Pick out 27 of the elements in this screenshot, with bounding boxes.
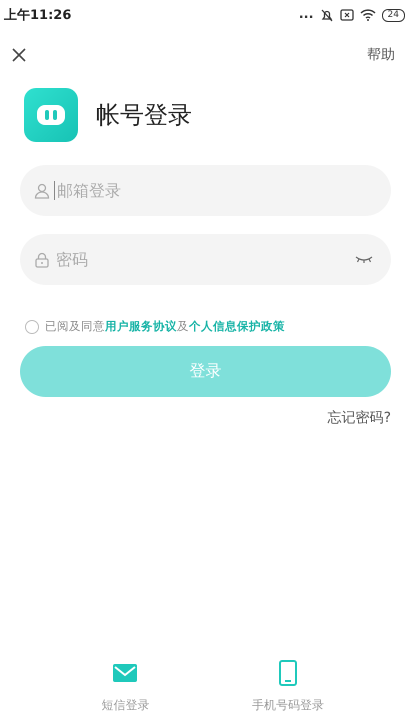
help-link[interactable]: 帮助 <box>367 46 395 64</box>
password-field[interactable]: 密码 <box>20 234 391 285</box>
status-time: 上午11:26 <box>4 7 72 24</box>
battery-indicator: 24 <box>382 8 405 22</box>
close-button[interactable] <box>12 48 26 62</box>
agreement-link[interactable]: 用户服务协议 <box>105 319 177 333</box>
close-icon <box>12 48 26 62</box>
password-input[interactable]: 密码 <box>54 250 351 269</box>
agree-checkbox[interactable] <box>25 320 39 334</box>
lock-icon <box>34 252 50 268</box>
envelope-icon <box>113 664 138 682</box>
account-field[interactable]: 邮箱登录 <box>20 165 391 216</box>
wifi-icon <box>360 9 376 21</box>
app-logo-icon <box>24 88 78 142</box>
status-dots: ... <box>298 10 314 20</box>
forgot-password-link[interactable]: 忘记密码? <box>328 409 391 427</box>
closed-eye-icon <box>355 254 373 264</box>
phone-login-option[interactable]: 手机号码登录 <box>252 659 324 714</box>
user-icon <box>34 182 50 198</box>
agreement-text: 及 <box>177 319 189 333</box>
page-title: 帐号登录 <box>96 100 192 131</box>
phone-icon <box>278 660 297 686</box>
agreement-link[interactable]: 个人信息保护政策 <box>189 319 285 333</box>
account-input[interactable]: 邮箱登录 <box>54 181 373 200</box>
sms-login-option[interactable]: 短信登录 <box>101 659 150 714</box>
agreement-text: 已阅及同意 <box>45 319 105 333</box>
muted-bell-icon <box>320 8 334 22</box>
